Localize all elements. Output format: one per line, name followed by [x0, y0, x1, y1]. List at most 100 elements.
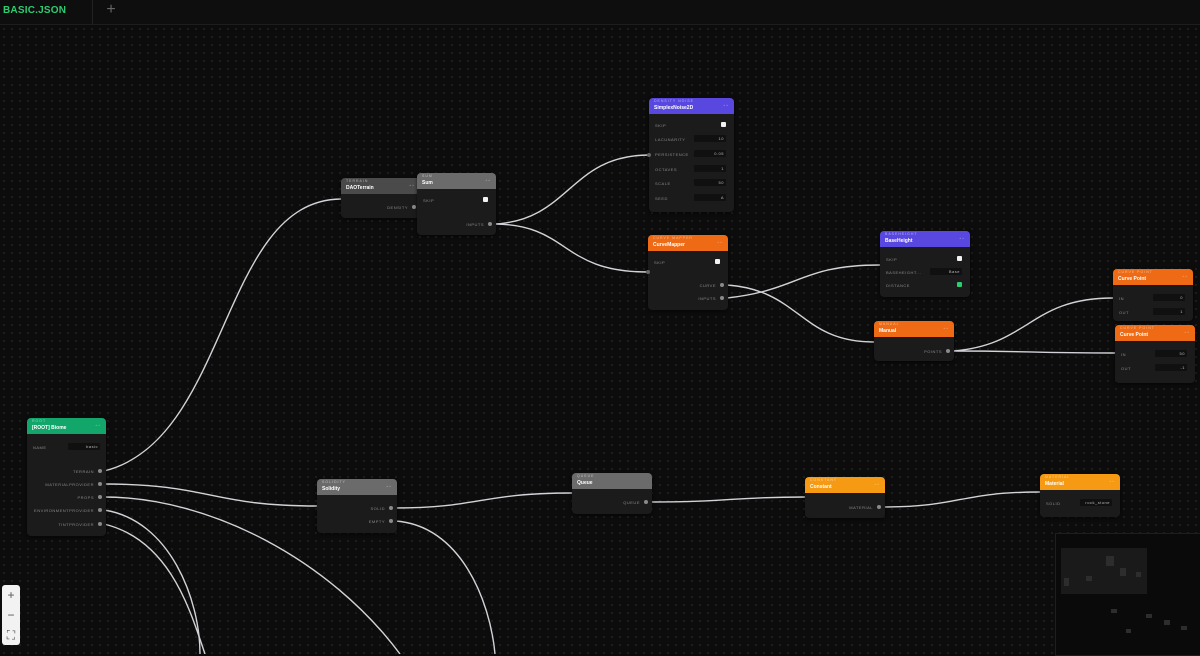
minimap-node — [1164, 620, 1170, 625]
node-sum[interactable]: SUM Sum ◦◦ SKIP INPUTS — [417, 173, 496, 235]
output-port[interactable] — [98, 482, 102, 486]
fit-view-button[interactable]: ⛶ — [2, 625, 20, 645]
node-simplexnoise2d[interactable]: DENSITY NOISE SimplexNoise2D ◦◦ SKIP LACUN… — [647, 98, 734, 212]
minimap[interactable] — [1055, 533, 1200, 656]
solid-input[interactable]: rock_stone — [1080, 499, 1112, 506]
skip-checkbox[interactable] — [715, 259, 720, 264]
field-in: IN 0 — [1119, 294, 1185, 301]
skip-checkbox[interactable] — [957, 256, 962, 261]
input-port[interactable] — [646, 270, 650, 274]
zoom-out-button[interactable]: − — [2, 605, 20, 625]
node-menu-icon[interactable]: ◦◦ — [409, 183, 415, 189]
input-port[interactable] — [647, 153, 651, 157]
output-port[interactable] — [946, 349, 950, 353]
wire-constant-material — [882, 491, 1041, 508]
node-curve-point-1[interactable]: CURVE POINT Curve Point ◦◦ IN 0 OUT 1 — [1113, 269, 1193, 321]
distance-checkbox[interactable] — [957, 282, 962, 287]
node-manual[interactable]: MANUAL Manual ◦◦ POINTS — [874, 321, 954, 361]
output-points: POINTS — [874, 346, 954, 356]
node-menu-icon[interactable]: ◦◦ — [1184, 330, 1190, 336]
wire-environment — [103, 509, 201, 654]
field-baseheight: BASEHEIGHT... Base — [886, 268, 962, 275]
node-menu-icon[interactable]: ◦◦ — [485, 178, 491, 184]
out-input[interactable]: -1 — [1155, 364, 1187, 371]
scale-input[interactable]: 50 — [694, 179, 726, 186]
output-materialprovider: MATERIALPROVIDER — [27, 479, 106, 489]
in-input[interactable]: 0 — [1153, 294, 1185, 301]
minimap-node — [1181, 626, 1187, 630]
zoom-in-button[interactable]: + — [2, 585, 20, 605]
baseheight-input[interactable]: Base — [930, 268, 962, 275]
output-tintprovider: TINTPROVIDER — [27, 519, 106, 529]
field-lacunarity: LACUNARITY 10 — [655, 135, 726, 142]
node-menu-icon[interactable]: ◦◦ — [874, 482, 880, 488]
node-menu-icon[interactable]: ◦◦ — [386, 484, 392, 490]
minimap-viewport[interactable] — [1061, 548, 1147, 594]
output-port[interactable] — [877, 505, 881, 509]
node-type: ROOT — [32, 419, 47, 423]
node-curvemapper[interactable]: CURVE MAPPER CurveMapper ◦◦ SKIP CURVE INP… — [646, 235, 728, 310]
node-material[interactable]: MATERIAL Material ◦◦ SOLID rock_stone — [1040, 474, 1120, 517]
output-port[interactable] — [98, 508, 102, 512]
wire-curvemapper-manual — [726, 284, 875, 343]
output-port[interactable] — [98, 495, 102, 499]
node-menu-icon[interactable]: ◦◦ — [95, 423, 101, 429]
field-skip: SKIP — [649, 120, 734, 130]
output-density: DENSITY — [341, 202, 420, 212]
node-menu-icon[interactable]: ◦◦ — [943, 326, 949, 332]
name-input[interactable]: basic — [68, 443, 100, 450]
in-input[interactable]: 50 — [1155, 350, 1187, 357]
minimap-node — [1111, 609, 1117, 613]
node-title: [ROOT] Biome — [32, 425, 67, 431]
minimap-node — [1146, 614, 1152, 618]
node-daoterrain[interactable]: TERRAIN DAOTerrain ◦◦ DENSITY — [341, 178, 420, 218]
node-constant[interactable]: CONSTANT Constant ◦◦ MATERIAL — [805, 477, 885, 518]
seed-input[interactable]: A — [694, 194, 726, 201]
node-menu-icon[interactable]: ◦◦ — [1109, 479, 1115, 485]
output-inputs: INPUTS — [648, 293, 728, 303]
output-port[interactable] — [389, 519, 393, 523]
persistence-input[interactable]: 0.05 — [694, 150, 726, 157]
output-environmentprovider: ENVIRONMENTPROVIDER — [27, 505, 106, 515]
node-menu-icon[interactable]: ◦◦ — [1182, 274, 1188, 280]
output-terrain: TERRAIN — [27, 466, 106, 476]
output-empty: EMPTY — [317, 516, 397, 526]
output-port[interactable] — [412, 205, 416, 209]
output-port[interactable] — [644, 500, 648, 504]
skip-checkbox[interactable] — [721, 122, 726, 127]
minimap-node — [1136, 572, 1141, 577]
skip-checkbox[interactable] — [483, 197, 488, 202]
output-material: MATERIAL — [805, 502, 885, 512]
field-out: OUT -1 — [1121, 364, 1187, 371]
out-input[interactable]: 1 — [1153, 308, 1185, 315]
zoom-controls: + − ⛶ — [2, 585, 20, 645]
field-solid: SOLID rock_stone — [1046, 499, 1112, 506]
node-solidity[interactable]: SOLIDITY Solidity ◦◦ SOLID EMPTY — [317, 479, 397, 533]
output-port[interactable] — [98, 522, 102, 526]
node-menu-icon[interactable]: ◦◦ — [959, 236, 965, 242]
output-port[interactable] — [720, 283, 724, 287]
output-port[interactable] — [389, 506, 393, 510]
node-baseheight[interactable]: BASEHEIGHT BaseHeight ◦◦ SKIP BASEHEIGHT..… — [880, 231, 970, 297]
minimap-node — [1126, 629, 1131, 633]
output-port[interactable] — [488, 222, 492, 226]
octaves-input[interactable]: 1 — [694, 165, 726, 172]
field-name: NAME basic — [27, 442, 106, 452]
node-root-biome[interactable]: ROOT [ROOT] Biome ◦◦ NAME basic TERRAIN MAT… — [27, 418, 106, 536]
node-menu-icon[interactable]: ◦◦ — [723, 103, 729, 109]
output-port[interactable] — [720, 296, 724, 300]
node-menu-icon[interactable]: ◦◦ — [717, 240, 723, 246]
output-port[interactable] — [98, 469, 102, 473]
connection-wires — [103, 154, 1116, 654]
wire-terrain-dao — [103, 198, 342, 472]
node-curve-point-2[interactable]: CURVE POINT Curve Point ◦◦ IN 50 OUT -1 — [1115, 325, 1195, 383]
wire-sum-curvemapper — [494, 223, 649, 273]
lacunarity-input[interactable]: 10 — [694, 135, 726, 142]
wire-empty — [394, 520, 496, 654]
field-scale: SCALE 50 — [655, 179, 726, 186]
field-skip: SKIP — [417, 195, 496, 205]
field-skip: SKIP — [880, 254, 970, 264]
node-queue[interactable]: QUEUE Queue QUEUE — [572, 473, 652, 514]
output-props: PROPS — [27, 492, 106, 502]
field-persistence: PERSISTENCE 0.05 — [655, 150, 726, 157]
